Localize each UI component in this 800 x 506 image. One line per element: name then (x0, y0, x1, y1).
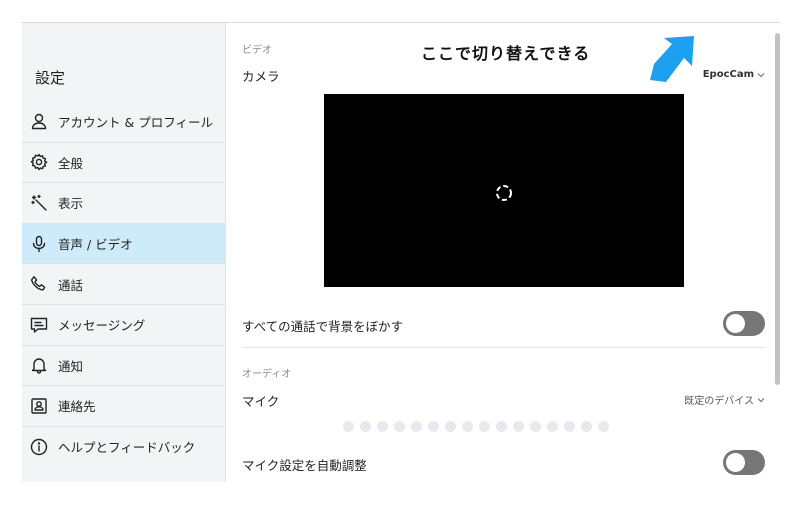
contact-card-icon (29, 396, 49, 416)
camera-select[interactable]: EpocCam (703, 69, 765, 80)
sidebar-item-calls[interactable]: 通話 (22, 263, 226, 304)
settings-content: ビデオ カメラ EpocCam すべての通話で背景をぼかす オーディオ マイク … (227, 23, 780, 482)
sidebar-item-display[interactable]: 表示 (22, 182, 226, 223)
camera-select-value: EpocCam (702, 69, 754, 80)
background-blur-toggle[interactable] (723, 311, 765, 336)
phone-icon (29, 274, 49, 294)
sidebar-item-label: メッセージング (58, 318, 146, 334)
sidebar-item-audio-video[interactable]: 音声 / ビデオ (22, 222, 226, 264)
chevron-down-icon (757, 397, 765, 402)
sidebar-item-account-profile[interactable]: アカウント & プロフィール (22, 101, 226, 142)
sidebar-item-label: 通知 (58, 358, 84, 374)
video-section-label: ビデオ (242, 45, 272, 56)
sidebar-nav: アカウント & プロフィール 全般 表示 音声 / ビデオ 通話 メッセージング… (22, 101, 226, 466)
sidebar-item-notifications[interactable]: 通知 (22, 344, 226, 386)
section-divider (242, 347, 764, 348)
mic-level-dot (564, 421, 575, 432)
scrollbar[interactable] (775, 33, 780, 385)
microphone-label: マイク (242, 394, 280, 409)
sidebar-item-help-feedback[interactable]: ヘルプとフィードバック (22, 425, 226, 467)
microphone-select[interactable]: 既定のデバイス (684, 392, 765, 407)
toggle-knob (726, 314, 745, 333)
magic-wand-icon (29, 193, 49, 213)
mic-level-dot (343, 421, 354, 432)
annotation-arrow-icon (650, 36, 694, 82)
mic-level-dot (496, 421, 507, 432)
mic-level-dot (411, 421, 422, 432)
sidebar-title: 設定 (35, 69, 66, 87)
sidebar-item-label: アカウント & プロフィール (58, 114, 213, 130)
settings-sidebar: 設定 アカウント & プロフィール 全般 表示 音声 / ビデオ 通話 メッセー… (22, 23, 226, 482)
mic-level-dot (360, 421, 371, 432)
mic-level-dot (462, 421, 473, 432)
sidebar-item-label: 全般 (58, 155, 84, 171)
sidebar-item-label: 音声 / ビデオ (58, 237, 133, 253)
sidebar-item-general[interactable]: 全般 (22, 141, 226, 183)
sidebar-item-messaging[interactable]: メッセージング (22, 303, 226, 345)
microphone-level-meter (343, 421, 609, 432)
loading-spinner-icon (496, 185, 512, 201)
sidebar-item-label: 表示 (58, 196, 84, 212)
message-icon (29, 315, 49, 335)
mic-level-dot (377, 421, 388, 432)
settings-window: 設定 アカウント & プロフィール 全般 表示 音声 / ビデオ 通話 メッセー… (22, 22, 780, 482)
mic-level-dot (547, 421, 558, 432)
chevron-down-icon (757, 72, 765, 77)
mic-level-dot (445, 421, 456, 432)
sidebar-item-label: ヘルプとフィードバック (58, 440, 196, 456)
mic-level-dot (513, 421, 524, 432)
camera-label: カメラ (242, 69, 280, 84)
sidebar-item-contacts[interactable]: 連絡先 (22, 385, 226, 426)
mic-level-dot (479, 421, 490, 432)
mic-level-dot (598, 421, 609, 432)
annotation-text: ここで切り替えできる (421, 44, 591, 63)
gear-icon (29, 152, 49, 172)
audio-section-label: オーディオ (242, 369, 292, 380)
sidebar-item-label: 通話 (58, 277, 84, 293)
mic-level-dot (428, 421, 439, 432)
bell-icon (29, 355, 49, 375)
person-icon (29, 111, 49, 131)
mic-level-dot (530, 421, 541, 432)
camera-preview (324, 94, 684, 287)
microphone-icon (29, 234, 49, 254)
background-blur-label: すべての通話で背景をぼかす (242, 319, 404, 334)
auto-adjust-mic-label: マイク設定を自動調整 (242, 458, 367, 473)
auto-adjust-mic-toggle[interactable] (723, 450, 765, 475)
sidebar-item-label: 連絡先 (58, 399, 96, 415)
info-icon (29, 437, 49, 457)
microphone-select-value: 既定のデバイス (684, 396, 754, 407)
mic-level-dot (394, 421, 405, 432)
mic-level-dot (581, 421, 592, 432)
toggle-knob (726, 453, 745, 472)
